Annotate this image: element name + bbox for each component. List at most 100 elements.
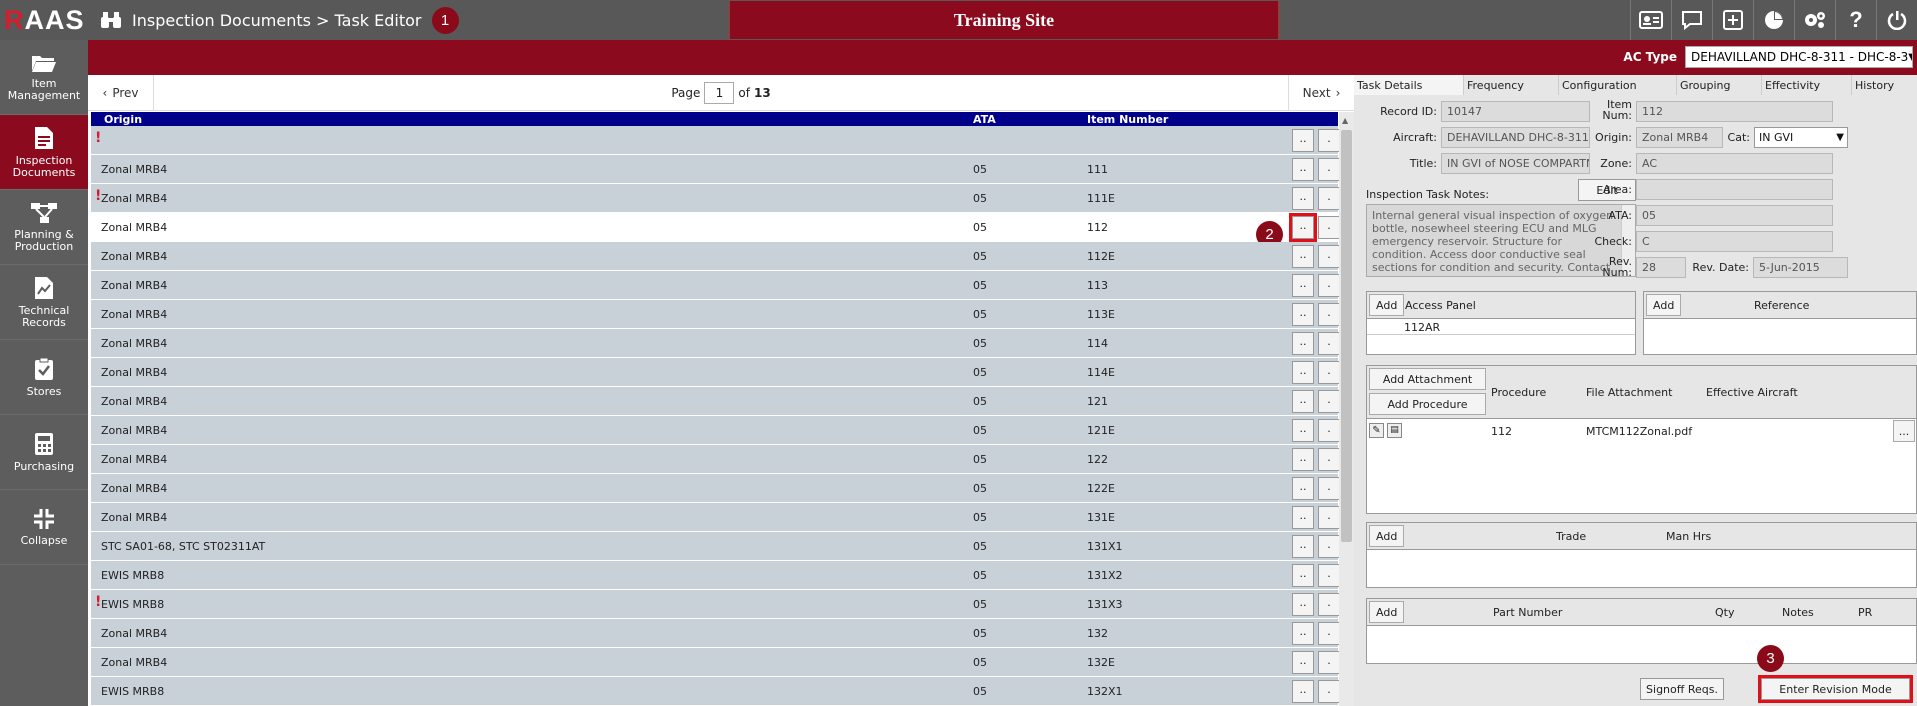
table-row[interactable]: Zonal MRB4 05 112 2... — [91, 213, 1340, 248]
signoff-reqs-button[interactable]: Signoff Reqs. — [1640, 678, 1724, 700]
row-edit-button[interactable]: .. — [1289, 213, 1317, 242]
scroll-up-icon[interactable]: ▲ — [1342, 116, 1348, 125]
row-menu-button[interactable]: . — [1318, 187, 1340, 210]
table-row[interactable]: Zonal MRB4 05 132... — [91, 619, 1340, 648]
row-edit-button[interactable]: .. — [1292, 535, 1314, 558]
binoculars-icon[interactable] — [96, 0, 126, 40]
table-row[interactable]: ✎ ▤ 112 MTCM112Zonal.pdf ... — [1367, 420, 1916, 442]
tab-grouping[interactable]: Grouping — [1677, 75, 1762, 95]
attachment-more-button[interactable]: ... — [1893, 420, 1915, 442]
sidebar-item-stores[interactable]: Stores — [0, 340, 88, 415]
enter-revision-mode-button[interactable]: Enter Revision Mode — [1758, 675, 1913, 703]
add-attachment-button[interactable]: Add Attachment — [1369, 368, 1486, 390]
row-edit-button[interactable]: .. — [1292, 245, 1314, 268]
row-edit-button[interactable]: .. — [1292, 129, 1314, 152]
table-row[interactable]: EWIS MRB8 05 132X1... — [91, 677, 1340, 706]
scroll-thumb[interactable] — [1341, 130, 1352, 542]
table-row[interactable]: Zonal MRB4 05 122E... — [91, 474, 1340, 503]
power-icon[interactable] — [1876, 0, 1917, 40]
row-menu-button[interactable]: . — [1318, 419, 1340, 442]
page-input[interactable]: 1 — [704, 81, 735, 104]
row-menu-button[interactable]: . — [1318, 564, 1340, 587]
print-icon[interactable]: ▤ — [1387, 423, 1402, 438]
add-part-button[interactable]: Add — [1369, 601, 1405, 623]
row-edit-button[interactable]: .. — [1292, 506, 1314, 529]
row-edit-button[interactable]: .. — [1292, 187, 1314, 210]
list-scrollbar[interactable]: ▲ — [1339, 112, 1354, 706]
sidebar-item-inspection-documents[interactable]: Inspection Documents — [0, 115, 96, 190]
table-row[interactable]: Zonal MRB4 05 111... — [91, 155, 1340, 184]
table-row[interactable]: Zonal MRB4 05 121E... — [91, 416, 1340, 445]
row-edit-button[interactable]: .. — [1292, 593, 1314, 616]
list-item[interactable]: 112AR — [1404, 321, 1440, 334]
raas-logo[interactable]: R AAS — [0, 0, 88, 40]
row-edit-button[interactable]: .. — [1292, 303, 1314, 326]
table-row[interactable]: ! EWIS MRB8 05 131X3... — [91, 590, 1340, 619]
row-menu-button[interactable]: . — [1318, 129, 1340, 152]
row-edit-button[interactable]: .. — [1292, 564, 1314, 587]
add-trade-button[interactable]: Add — [1369, 525, 1405, 547]
row-menu-button[interactable]: . — [1318, 216, 1340, 239]
column-origin[interactable]: Origin — [104, 113, 142, 126]
add-access-panel-button[interactable]: Add — [1369, 294, 1405, 316]
chat-icon[interactable] — [1671, 0, 1712, 40]
column-item-number[interactable]: Item Number — [1087, 113, 1168, 126]
sidebar-item-collapse[interactable]: Collapse — [0, 490, 88, 565]
row-edit-button[interactable]: .. — [1292, 477, 1314, 500]
row-menu-button[interactable]: . — [1318, 651, 1340, 674]
add-box-icon[interactable] — [1712, 0, 1753, 40]
add-reference-button[interactable]: Add — [1646, 294, 1682, 316]
ac-type-select[interactable]: DEHAVILLAND DHC-8-311 - DHC-8-3 ▼ — [1685, 46, 1913, 68]
table-row[interactable]: EWIS MRB8 05 131X2... — [91, 561, 1340, 590]
row-menu-button[interactable]: . — [1318, 274, 1340, 297]
column-ata[interactable]: ATA — [973, 113, 996, 126]
row-edit-button[interactable]: .. — [1292, 390, 1314, 413]
row-edit-button[interactable]: .. — [1292, 622, 1314, 645]
table-row[interactable]: Zonal MRB4 05 121... — [91, 387, 1340, 416]
row-menu-button[interactable]: . — [1318, 506, 1340, 529]
row-menu-button[interactable]: . — [1318, 477, 1340, 500]
tab-task-details[interactable]: Task Details — [1354, 75, 1464, 95]
sidebar-item-technical-records[interactable]: Technical Records — [0, 265, 88, 340]
help-icon[interactable]: ? — [1835, 0, 1876, 40]
tab-configuration[interactable]: Configuration — [1559, 75, 1677, 95]
id-card-icon[interactable] — [1630, 0, 1671, 40]
row-edit-button[interactable]: .. — [1292, 448, 1314, 471]
table-row[interactable]: Zonal MRB4 05 112E... — [91, 242, 1340, 271]
table-row[interactable]: Zonal MRB4 05 113... — [91, 271, 1340, 300]
tab-history[interactable]: History — [1852, 75, 1917, 95]
row-edit-button[interactable]: .. — [1292, 274, 1314, 297]
row-menu-button[interactable]: . — [1318, 680, 1340, 703]
row-edit-button[interactable]: .. — [1292, 651, 1314, 674]
sidebar-item-item-management[interactable]: Item Management — [0, 40, 88, 115]
table-row[interactable]: Zonal MRB4 05 122... — [91, 445, 1340, 474]
cat-select[interactable]: IN GVI ▼ — [1754, 127, 1848, 148]
table-row[interactable]: Zonal MRB4 05 113E... — [91, 300, 1340, 329]
row-edit-button[interactable]: .. — [1292, 332, 1314, 355]
table-row[interactable]: Zonal MRB4 05 114... — [91, 329, 1340, 358]
row-menu-button[interactable]: . — [1318, 245, 1340, 268]
table-row[interactable]: Zonal MRB4 05 114E... — [91, 358, 1340, 387]
tab-effectivity[interactable]: Effectivity — [1762, 75, 1852, 95]
tab-frequency[interactable]: Frequency — [1464, 75, 1559, 95]
pie-chart-icon[interactable] — [1753, 0, 1794, 40]
add-procedure-button[interactable]: Add Procedure — [1369, 393, 1486, 415]
gears-icon[interactable] — [1794, 0, 1835, 40]
row-menu-button[interactable]: . — [1318, 535, 1340, 558]
row-edit-button[interactable]: .. — [1292, 361, 1314, 384]
table-row[interactable]: Zonal MRB4 05 131E... — [91, 503, 1340, 532]
table-row[interactable]: STC SA01-68, STC ST02311AT 05 131X1... — [91, 532, 1340, 561]
sidebar-item-planning-production[interactable]: Planning & Production — [0, 190, 88, 265]
row-menu-button[interactable]: . — [1318, 448, 1340, 471]
row-edit-button[interactable]: .. — [1292, 419, 1314, 442]
row-menu-button[interactable]: . — [1318, 593, 1340, 616]
table-row[interactable]: !... — [91, 126, 1340, 155]
row-edit-button[interactable]: .. — [1292, 680, 1314, 703]
sidebar-item-purchasing[interactable]: Purchasing — [0, 415, 88, 490]
next-button[interactable]: Next › — [1288, 74, 1354, 111]
row-menu-button[interactable]: . — [1318, 303, 1340, 326]
edit-icon[interactable]: ✎ — [1369, 423, 1384, 438]
row-menu-button[interactable]: . — [1318, 622, 1340, 645]
row-menu-button[interactable]: . — [1318, 361, 1340, 384]
row-menu-button[interactable]: . — [1318, 332, 1340, 355]
